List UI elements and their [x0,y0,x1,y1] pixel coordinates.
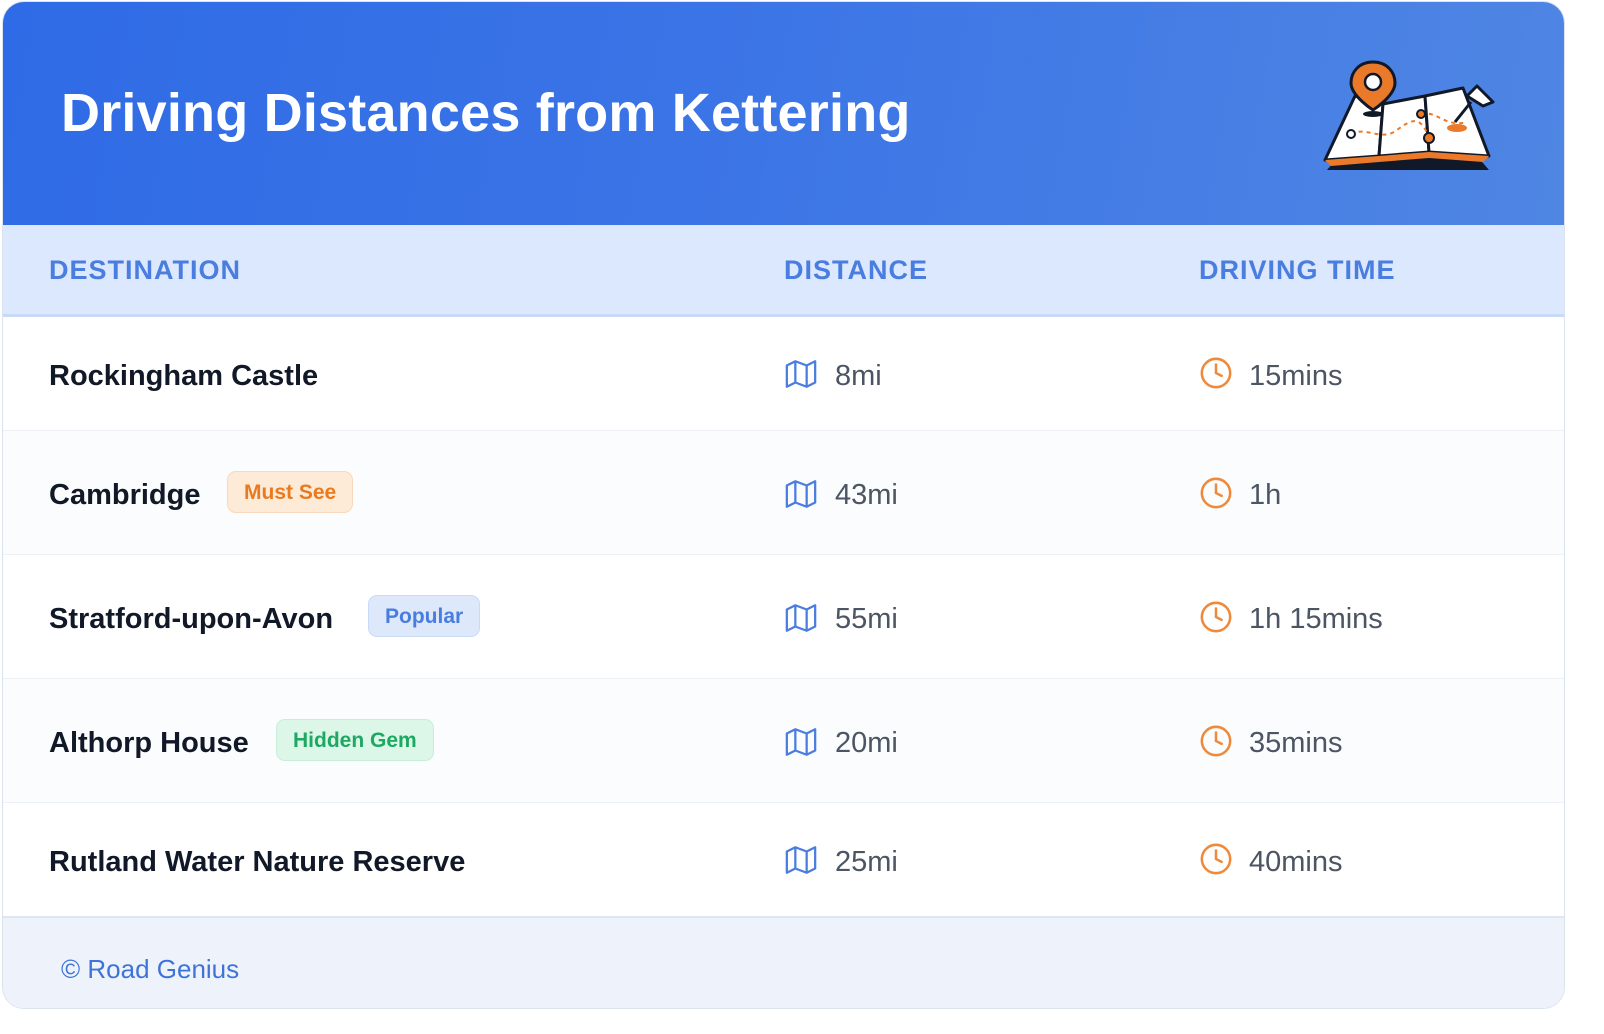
clock-icon [1200,357,1232,389]
page-title: Driving Distances from Kettering [61,83,911,143]
driving-time-value: 1h [1249,479,1282,511]
map-icon [785,480,817,508]
clock-icon [1200,477,1232,509]
distance-value: 43mi [835,479,898,511]
clock-icon [1200,725,1232,757]
driving-time-value: 1h 15mins [1249,603,1383,635]
clock-icon [1200,601,1232,633]
destination-name: Rutland Water Nature Reserve [49,846,466,878]
card-header: Driving Distances from Kettering [3,2,1564,225]
map-icon [785,846,817,874]
table-row[interactable]: Rutland Water Nature Reserve 25mi 40mins [3,803,1564,916]
distance-value: 25mi [835,846,898,878]
destination-name: Stratford-upon-Avon [49,603,334,635]
destination-name: Cambridge [49,479,201,511]
map-icon [785,604,817,632]
table-row[interactable]: Rockingham Castle 8mi 15mins [3,317,1564,431]
destination-name: Rockingham Castle [49,360,319,392]
table-row[interactable]: Althorp House Hidden Gem 20mi 35mins [3,679,1564,803]
map-icon [785,728,817,756]
distance-value: 55mi [835,603,898,635]
distance-value: 8mi [835,360,882,392]
destination-name: Althorp House [49,727,249,759]
table-row[interactable]: Cambridge Must See 43mi 1h [3,431,1564,555]
footer-credit[interactable]: © Road Genius [61,954,239,985]
driving-time-value: 35mins [1249,727,1343,759]
distance-value: 20mi [835,727,898,759]
must-see-badge: Must See [227,471,354,513]
distances-card: Driving Distances from Kettering DESTINA… [2,1,1565,1009]
card-footer: © Road Genius [3,916,1564,1008]
popular-badge: Popular [368,595,481,637]
driving-time-value: 15mins [1249,360,1343,392]
hidden-gem-badge: Hidden Gem [276,719,434,761]
driving-time-value: 40mins [1249,846,1343,878]
folded-map-with-pins-icon [1323,60,1495,170]
table-row[interactable]: Stratford-upon-Avon Popular 55mi 1h 15mi… [3,555,1564,679]
clock-icon [1200,843,1232,875]
map-icon [785,360,817,388]
table-header: DESTINATION DISTANCE DRIVING TIME [3,225,1564,317]
column-header-driving-time[interactable]: DRIVING TIME [1199,255,1396,286]
column-header-distance[interactable]: DISTANCE [784,255,928,286]
column-header-destination[interactable]: DESTINATION [49,255,241,286]
